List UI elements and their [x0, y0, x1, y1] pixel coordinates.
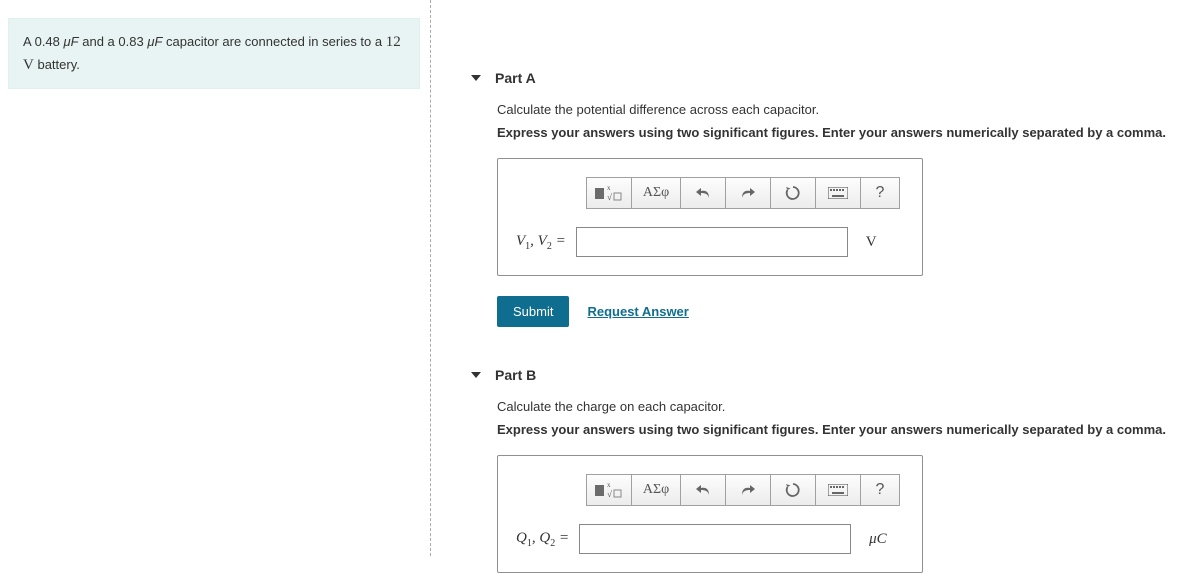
part-a-header[interactable]: Part A — [471, 70, 1200, 86]
part-b-title: Part B — [495, 367, 536, 383]
part-a: Part A Calculate the potential differenc… — [471, 70, 1200, 327]
q-mid1: and a — [82, 34, 115, 49]
svg-text:x: x — [607, 481, 611, 489]
svg-text:√: √ — [607, 489, 612, 499]
template-icon: x √ — [595, 184, 623, 202]
undo-button[interactable] — [681, 177, 726, 209]
part-b-answer-frame: x √ ΑΣφ — [497, 455, 923, 573]
svg-text:x: x — [607, 184, 611, 192]
part-b-toolbar: x √ ΑΣφ — [586, 474, 900, 506]
q-volt: 12 — [386, 34, 401, 50]
reset-button[interactable] — [771, 177, 816, 209]
q-prefix: A — [23, 34, 31, 49]
redo-button[interactable] — [726, 177, 771, 209]
part-a-unit: V — [866, 234, 877, 251]
question-statement: A 0.48 μF and a 0.83 μF capacitor are co… — [8, 18, 420, 89]
redo-icon — [740, 483, 756, 497]
undo-icon — [695, 483, 711, 497]
keyboard-button[interactable] — [816, 177, 861, 209]
q-mid2: capacitor are connected in series to a — [166, 34, 382, 49]
q-c1: 0.48 — [35, 34, 60, 49]
undo-icon — [695, 186, 711, 200]
part-b-answer-input[interactable] — [579, 524, 851, 554]
part-a-var-label: V1, V2 = — [516, 233, 566, 252]
part-a-answer-frame: x √ ΑΣφ — [497, 158, 923, 276]
reset-icon — [785, 482, 801, 498]
request-answer-link[interactable]: Request Answer — [587, 304, 688, 319]
part-a-instruction: Express your answers using two significa… — [497, 125, 1200, 140]
caret-down-icon — [471, 372, 481, 378]
greek-button[interactable]: ΑΣφ — [632, 177, 681, 209]
keyboard-button[interactable] — [816, 474, 861, 506]
q-suffix: battery. — [37, 57, 79, 72]
submit-button[interactable]: Submit — [497, 296, 569, 327]
part-a-title: Part A — [495, 70, 536, 86]
template-picker-button[interactable]: x √ — [586, 474, 632, 506]
part-b-unit: μC — [869, 531, 887, 548]
greek-button[interactable]: ΑΣφ — [632, 474, 681, 506]
undo-button[interactable] — [681, 474, 726, 506]
part-a-toolbar: x √ ΑΣφ — [586, 177, 900, 209]
reset-icon — [785, 185, 801, 201]
q-unit1: μF — [64, 34, 79, 49]
keyboard-icon — [828, 187, 848, 199]
part-a-answer-input[interactable] — [576, 227, 848, 257]
part-b-instruction: Express your answers using two significa… — [497, 422, 1200, 437]
template-picker-button[interactable]: x √ — [586, 177, 632, 209]
redo-button[interactable] — [726, 474, 771, 506]
reset-button[interactable] — [771, 474, 816, 506]
q-unit2: μF — [147, 34, 162, 49]
help-button[interactable]: ? — [861, 474, 900, 506]
part-b-var-label: Q1, Q2 = — [516, 530, 569, 549]
help-button[interactable]: ? — [861, 177, 900, 209]
template-icon: x √ — [595, 481, 623, 499]
part-b: Part B Calculate the charge on each capa… — [471, 367, 1200, 573]
part-b-header[interactable]: Part B — [471, 367, 1200, 383]
part-b-prompt: Calculate the charge on each capacitor. — [497, 399, 1200, 414]
svg-text:√: √ — [607, 192, 612, 202]
part-a-prompt: Calculate the potential difference acros… — [497, 102, 1200, 117]
caret-down-icon — [471, 75, 481, 81]
keyboard-icon — [828, 484, 848, 496]
q-voltunit: V — [23, 57, 34, 73]
redo-icon — [740, 186, 756, 200]
q-c2: 0.83 — [118, 34, 143, 49]
